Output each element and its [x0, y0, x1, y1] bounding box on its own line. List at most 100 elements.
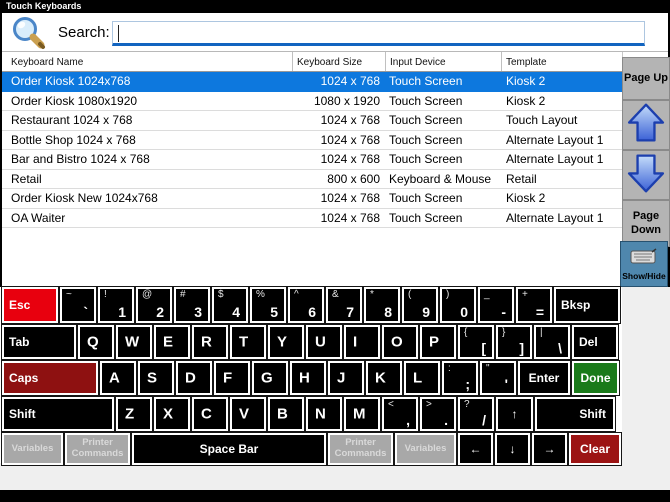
- cell-input: Touch Screen: [385, 111, 501, 130]
- key-label: =: [536, 304, 544, 320]
- key-v[interactable]: V: [230, 397, 266, 431]
- key-y[interactable]: Y: [268, 325, 304, 359]
- key-1[interactable]: !1: [98, 287, 134, 323]
- key-[interactable]: ~`: [60, 287, 96, 323]
- key-variables-left[interactable]: Variables: [2, 433, 63, 465]
- key-l[interactable]: L: [404, 361, 440, 395]
- key-clear[interactable]: Clear: [569, 433, 621, 465]
- key-label: ': [505, 376, 508, 392]
- table-row[interactable]: Bar and Bistro 1024 x 7681024 x 768Touch…: [2, 150, 622, 170]
- key-up-arrow[interactable]: ↑: [496, 397, 533, 431]
- key-c[interactable]: C: [192, 397, 228, 431]
- key-q[interactable]: Q: [78, 325, 114, 359]
- key-j[interactable]: J: [328, 361, 364, 395]
- key-i[interactable]: I: [344, 325, 380, 359]
- table-row[interactable]: Order Kiosk 1080x19201080 x 1920Touch Sc…: [2, 92, 622, 112]
- shift-char: &: [332, 289, 339, 300]
- key-enter[interactable]: Enter: [518, 361, 570, 395]
- key-0[interactable]: )0: [440, 287, 476, 323]
- cell-input: Touch Screen: [385, 72, 501, 91]
- key-m[interactable]: M: [344, 397, 380, 431]
- key-h[interactable]: H: [290, 361, 326, 395]
- key-tab[interactable]: Tab: [2, 325, 76, 359]
- key-[interactable]: <,: [382, 397, 418, 431]
- key-shift-right[interactable]: Shift: [535, 397, 615, 431]
- shift-char: }: [502, 327, 505, 338]
- key-shift-left[interactable]: Shift: [2, 397, 114, 431]
- page-down-button[interactable]: Page Down: [622, 200, 670, 247]
- key-r[interactable]: R: [192, 325, 228, 359]
- table-header: Keyboard Name Keyboard Size Input Device…: [2, 52, 622, 72]
- key-esc[interactable]: Esc: [2, 287, 58, 323]
- key-g[interactable]: G: [252, 361, 288, 395]
- key-p[interactable]: P: [420, 325, 456, 359]
- key-printer-commands-right[interactable]: Printer Commands: [328, 433, 393, 465]
- key-label: ↓: [510, 442, 516, 456]
- key-[interactable]: :;: [442, 361, 478, 395]
- key-bksp[interactable]: Bksp: [554, 287, 620, 323]
- key-8[interactable]: *8: [364, 287, 400, 323]
- table-row[interactable]: Restaurant 1024 x 7681024 x 768Touch Scr…: [2, 111, 622, 131]
- key-n[interactable]: N: [306, 397, 342, 431]
- key-3[interactable]: #3: [174, 287, 210, 323]
- key-k[interactable]: K: [366, 361, 402, 395]
- key-u[interactable]: U: [306, 325, 342, 359]
- key-variables-right[interactable]: Variables: [395, 433, 456, 465]
- key-f[interactable]: F: [214, 361, 250, 395]
- key-done[interactable]: Done: [572, 361, 619, 395]
- shift-char: ?: [464, 399, 470, 410]
- key-left-arrow[interactable]: ←: [458, 433, 493, 465]
- key-label: U: [315, 334, 326, 351]
- key-label: T: [239, 334, 248, 351]
- key-[interactable]: ?/: [458, 397, 494, 431]
- key-[interactable]: |\: [534, 325, 570, 359]
- column-header-keyboard-name: Keyboard Name: [2, 52, 292, 71]
- key-9[interactable]: (9: [402, 287, 438, 323]
- key-label: V: [239, 406, 249, 423]
- page-up-button[interactable]: Page Up: [622, 57, 670, 100]
- key-z[interactable]: Z: [116, 397, 152, 431]
- key-printer-commands-left[interactable]: Printer Commands: [65, 433, 130, 465]
- key-label: .: [444, 412, 448, 428]
- table-row[interactable]: OA Waiter1024 x 768Touch ScreenAlternate…: [2, 209, 622, 229]
- key-s[interactable]: S: [138, 361, 174, 395]
- table-row[interactable]: Retail800 x 600Keyboard & MouseRetail: [2, 170, 622, 190]
- key-5[interactable]: %5: [250, 287, 286, 323]
- key-w[interactable]: W: [116, 325, 152, 359]
- cell-input: Keyboard & Mouse: [385, 170, 501, 189]
- table-row[interactable]: Order Kiosk 1024x7681024 x 768Touch Scre…: [2, 72, 622, 92]
- search-input[interactable]: [112, 21, 645, 46]
- key-label: [: [481, 340, 486, 356]
- key-[interactable]: +=: [516, 287, 552, 323]
- key-6[interactable]: ^6: [288, 287, 324, 323]
- key-o[interactable]: O: [382, 325, 418, 359]
- table-row[interactable]: Bottle Shop 1024 x 7681024 x 768Touch Sc…: [2, 131, 622, 151]
- key-down-arrow[interactable]: ↓: [495, 433, 530, 465]
- show-hide-keyboard-button[interactable]: Show/Hide: [620, 241, 668, 287]
- key-e[interactable]: E: [154, 325, 190, 359]
- key-label: Printer Commands: [69, 438, 126, 460]
- key-b[interactable]: B: [268, 397, 304, 431]
- key-x[interactable]: X: [154, 397, 190, 431]
- key-t[interactable]: T: [230, 325, 266, 359]
- key-caps[interactable]: Caps: [2, 361, 98, 395]
- key-[interactable]: "': [480, 361, 516, 395]
- shift-char: :: [448, 363, 451, 374]
- key-7[interactable]: &7: [326, 287, 362, 323]
- key-[interactable]: {[: [458, 325, 494, 359]
- shift-char: {: [464, 327, 467, 338]
- key-2[interactable]: @2: [136, 287, 172, 323]
- key-[interactable]: >.: [420, 397, 456, 431]
- key-right-arrow[interactable]: →: [532, 433, 567, 465]
- scroll-down-button[interactable]: [622, 150, 670, 200]
- key-d[interactable]: D: [176, 361, 212, 395]
- scroll-up-button[interactable]: [622, 100, 670, 150]
- key-a[interactable]: A: [100, 361, 136, 395]
- shift-char: ): [446, 289, 449, 300]
- key-space-bar[interactable]: Space Bar: [132, 433, 326, 465]
- key-del[interactable]: Del: [572, 325, 618, 359]
- table-row[interactable]: Order Kiosk New 1024x7681024 x 768Touch …: [2, 189, 622, 209]
- key-4[interactable]: $4: [212, 287, 248, 323]
- key-[interactable]: _-: [478, 287, 514, 323]
- key-[interactable]: }]: [496, 325, 532, 359]
